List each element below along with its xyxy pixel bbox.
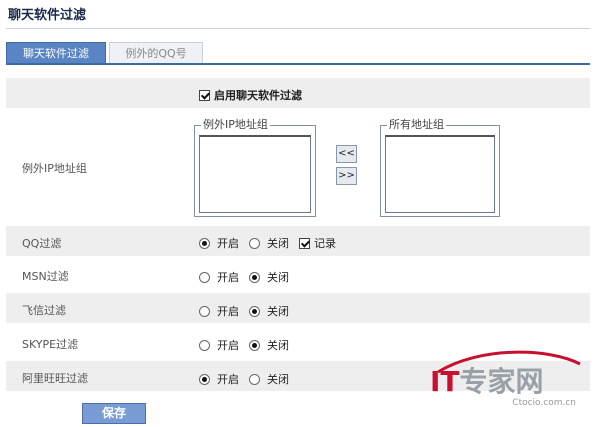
move-right-button[interactable]: >> <box>336 167 357 185</box>
tab-divider <box>6 63 590 65</box>
qq-off-radio[interactable] <box>249 237 260 249</box>
skype-off-radio[interactable] <box>249 339 260 351</box>
move-left-button[interactable]: << <box>336 145 357 163</box>
qq-log-label: 记录 <box>314 237 336 250</box>
filter-row-fetion: 飞信过滤 开启 关闭 <box>6 293 590 323</box>
watermark-brand-prefix: IT <box>430 365 460 398</box>
fetion-off-label: 关闭 <box>267 305 289 318</box>
aliwangwang-on-label: 开启 <box>217 373 239 386</box>
filter-label-skype: SKYPE过滤 <box>22 338 79 351</box>
fetion-on-radio[interactable] <box>199 305 210 317</box>
tab-chat-filter[interactable]: 聊天软件过滤 <box>6 42 106 63</box>
exception-ip-fieldset: 例外IP地址组 <box>194 119 316 217</box>
qq-on-radio[interactable] <box>199 237 210 249</box>
fetion-off-radio[interactable] <box>249 305 260 317</box>
qq-log-checkbox[interactable] <box>299 237 310 249</box>
all-address-listbox[interactable] <box>385 135 495 213</box>
page-title: 聊天软件过滤 <box>8 8 87 23</box>
exception-ip-legend: 例外IP地址组 <box>201 118 270 131</box>
qq-on-label: 开启 <box>217 237 239 250</box>
watermark-url: Ctocio.com.cn <box>512 398 576 408</box>
skype-off-label: 关闭 <box>267 339 289 352</box>
exception-group-label: 例外IP地址组 <box>22 162 87 175</box>
msn-off-radio[interactable] <box>249 271 260 283</box>
all-address-fieldset: 所有地址组 <box>380 119 500 217</box>
watermark-brand-suffix: 专家网 <box>459 365 544 398</box>
skype-on-label: 开启 <box>217 339 239 352</box>
skype-on-radio[interactable] <box>199 339 210 351</box>
enable-row: 启用聊天软件过滤 <box>6 78 590 108</box>
filter-label-fetion: 飞信过滤 <box>22 304 66 317</box>
filter-label-aliwangwang: 阿里旺旺过滤 <box>22 372 88 385</box>
exception-ip-listbox[interactable] <box>199 135 311 213</box>
aliwangwang-on-radio[interactable] <box>199 373 210 385</box>
filter-row-qq: QQ过滤 开启 关闭 记录 <box>6 226 590 256</box>
watermark-logo: IT专家网 Ctocio.com.cn <box>430 350 596 410</box>
all-address-legend: 所有地址组 <box>387 118 446 131</box>
filter-label-msn: MSN过滤 <box>22 270 69 283</box>
qq-off-label: 关闭 <box>267 237 289 250</box>
msn-on-radio[interactable] <box>199 271 210 283</box>
exception-group-row: 例外IP地址组 例外IP地址组 << >> 所有地址组 <box>6 110 590 223</box>
enable-filter-label: 启用聊天软件过滤 <box>214 89 302 102</box>
fetion-on-label: 开启 <box>217 305 239 318</box>
title-divider <box>6 28 590 29</box>
filter-row-msn: MSN过滤 开启 关闭 <box>6 259 590 289</box>
msn-off-label: 关闭 <box>267 271 289 284</box>
save-button[interactable]: 保存 <box>82 403 146 424</box>
filter-label-qq: QQ过滤 <box>22 237 62 250</box>
msn-on-label: 开启 <box>217 271 239 284</box>
aliwangwang-off-label: 关闭 <box>267 373 289 386</box>
aliwangwang-off-radio[interactable] <box>249 373 260 385</box>
enable-filter-checkbox[interactable] <box>199 89 210 101</box>
tab-exception-qq[interactable]: 例外的QQ号 <box>109 42 203 63</box>
